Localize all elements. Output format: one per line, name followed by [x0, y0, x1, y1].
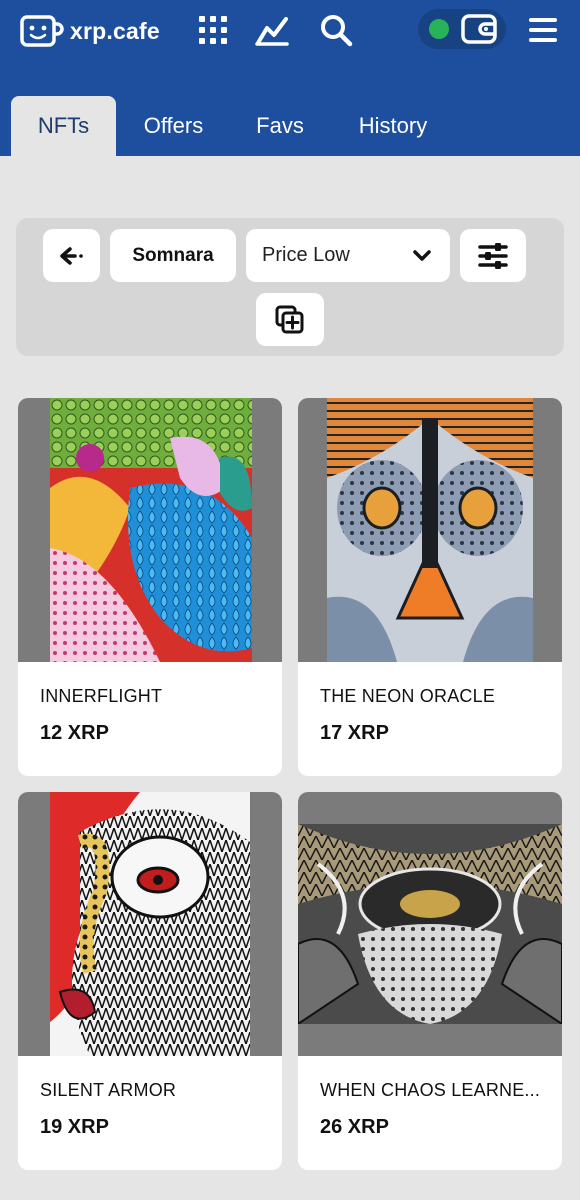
apps-grid-button[interactable]: [193, 10, 233, 50]
wallet-icon: [461, 14, 499, 44]
arrow-left-icon: [59, 246, 83, 265]
logo[interactable]: xrp.cafe: [18, 11, 160, 51]
coffee-cup-icon: [20, 15, 64, 47]
nft-price: 17 XRP: [320, 722, 389, 744]
plus-square-icon: [275, 305, 304, 333]
nft-price: 12 XRP: [40, 722, 109, 744]
tab-favs-label: Favs: [256, 113, 304, 138]
tab-history[interactable]: History: [340, 96, 446, 156]
nft-image-frame: [298, 398, 562, 662]
nft-card[interactable]: SILENT ARMOR 19 XRP: [18, 792, 282, 1170]
collection-filter-button[interactable]: Somnara: [110, 229, 236, 282]
nft-name: THE NEON ORACLE: [320, 686, 496, 706]
search-button[interactable]: [316, 10, 356, 50]
nft-artwork-image: [50, 398, 252, 662]
tab-nfts-label: NFTs: [37, 113, 90, 138]
tab-history-label: History: [358, 113, 428, 138]
back-button[interactable]: [43, 229, 100, 282]
nft-name: INNERFLIGHT: [40, 686, 163, 706]
tab-nfts[interactable]: NFTs: [11, 96, 116, 156]
tab-offers-label: Offers: [143, 113, 204, 138]
connection-status-dot: [429, 19, 449, 39]
nft-card[interactable]: WHEN CHAOS LEARNE... 26 XRP: [298, 792, 562, 1170]
logo-text: xrp.cafe: [70, 17, 160, 44]
nft-image-frame: [18, 792, 282, 1056]
nft-price: 19 XRP: [40, 1116, 109, 1138]
add-to-collection-button[interactable]: [256, 293, 324, 346]
filter-settings-button[interactable]: [460, 229, 526, 282]
nft-artwork-image: [50, 792, 250, 1056]
top-header: xrp.cafe NFTs Offers Favs History: [0, 0, 580, 156]
collection-label: Somnara: [132, 244, 214, 266]
chevron-down-icon: [413, 249, 431, 261]
tab-favs[interactable]: Favs: [232, 96, 328, 156]
menu-button[interactable]: [523, 10, 563, 50]
nft-name: SILENT ARMOR: [40, 1080, 177, 1100]
filter-panel: Somnara Price Low: [16, 218, 564, 356]
nft-name: WHEN CHAOS LEARNE...: [320, 1080, 541, 1100]
nft-image-frame: [18, 398, 282, 662]
hamburger-menu-icon: [529, 18, 557, 42]
chart-line-icon: [255, 17, 289, 46]
nft-artwork-image: [298, 824, 562, 1024]
sliders-icon: [478, 242, 508, 269]
nft-image-frame: [298, 792, 562, 1056]
nft-card[interactable]: THE NEON ORACLE 17 XRP: [298, 398, 562, 776]
tab-bar: NFTs Offers Favs History: [0, 96, 580, 156]
nft-price: 26 XRP: [320, 1116, 389, 1138]
apps-grid-icon: [199, 16, 227, 44]
stats-button[interactable]: [252, 10, 292, 50]
nft-card[interactable]: INNERFLIGHT 12 XRP: [18, 398, 282, 776]
sort-value: Price Low: [262, 244, 350, 266]
sort-select[interactable]: Price Low: [246, 229, 450, 282]
wallet-button[interactable]: [418, 9, 506, 49]
nft-artwork-image: [327, 398, 533, 662]
tab-offers[interactable]: Offers: [126, 96, 221, 156]
search-icon: [321, 15, 353, 47]
